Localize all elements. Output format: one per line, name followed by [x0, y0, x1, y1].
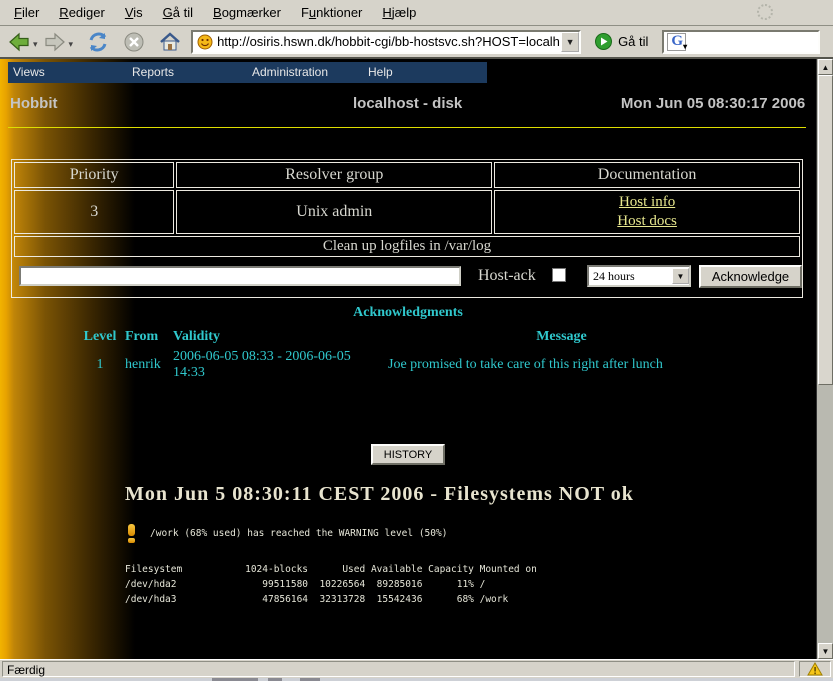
ack-message-input[interactable]: [19, 266, 461, 286]
yellow-exclamation-icon: [128, 524, 136, 543]
forward-arrow-icon: [44, 32, 66, 52]
hobbit-nav-bar: Views Reports Administration Help: [8, 62, 487, 83]
security-status-box[interactable]: [799, 661, 831, 677]
documentation-links: Host info Host docs: [494, 190, 800, 234]
back-dropdown-caret[interactable]: ▾: [33, 39, 38, 50]
ack-note: Clean up logfiles in /var/log: [14, 236, 800, 257]
ack-header-message: Message: [385, 327, 738, 347]
scroll-up-button[interactable]: ▲: [818, 59, 833, 75]
home-icon: [159, 32, 181, 52]
header-divider: [8, 127, 806, 128]
ack-header-level: Level: [78, 327, 122, 347]
url-history-dropdown[interactable]: ▼: [561, 32, 579, 52]
stop-button[interactable]: [121, 29, 147, 55]
reload-button[interactable]: [85, 29, 111, 55]
menu-bar: Filer Rediger Vis Gå til Bogmærker Funkt…: [0, 0, 833, 26]
host-ack-checkbox[interactable]: [552, 268, 566, 282]
menu-bogmaerker[interactable]: Bogmærker: [203, 1, 291, 24]
status-text: Færdig: [2, 661, 795, 677]
stop-icon: [123, 31, 145, 53]
page-viewport: Views Reports Administration Help Hobbit…: [0, 59, 816, 659]
ack-validity: 2006-06-05 08:33 - 2006-06-05 14:33: [170, 347, 385, 383]
reload-icon: [87, 31, 109, 53]
home-button[interactable]: [157, 29, 183, 55]
resolver-group-value: Unix admin: [176, 190, 492, 234]
host-info-link[interactable]: Host info: [495, 193, 799, 212]
smiley-favicon-icon: [197, 34, 213, 50]
back-arrow-icon: [8, 32, 30, 52]
throbber-icon: [757, 4, 773, 20]
ack-from: henrik: [122, 347, 170, 383]
nav-help[interactable]: Help: [368, 65, 393, 79]
menu-vis[interactable]: Vis: [115, 1, 153, 24]
fs-row-hda2: /dev/hda2 99511580 10226564 89285016 11%…: [125, 579, 485, 590]
acknowledgments-section: Acknowledgments Level From Validity Mess…: [0, 305, 816, 383]
duration-dropdown-caret[interactable]: ▼: [672, 268, 689, 284]
warning-triangle-icon: [807, 662, 823, 676]
browser-window: Filer Rediger Vis Gå til Bogmærker Funkt…: [0, 0, 833, 681]
warning-line: /work (68% used) has reached the WARNING…: [128, 523, 447, 543]
host-ack-label: Host-ack: [478, 267, 536, 285]
page-timestamp: Mon Jun 05 08:30:17 2006: [540, 95, 805, 112]
scroll-down-button[interactable]: ▼: [818, 643, 833, 659]
ack-message: Joe promised to take care of this right …: [385, 347, 738, 383]
scrollbar-thumb[interactable]: [818, 75, 833, 385]
menu-filer[interactable]: Filer: [4, 1, 49, 24]
ack-level: 1: [78, 347, 122, 383]
ack-header-from: From: [122, 327, 170, 347]
forward-dropdown-caret[interactable]: ▾: [69, 39, 74, 50]
column-header-priority: Priority: [14, 162, 174, 188]
url-input[interactable]: [217, 33, 561, 51]
fs-header: Filesystem 1024-blocks Used Available Ca…: [125, 564, 537, 575]
acknowledge-button[interactable]: Acknowledge: [699, 265, 802, 288]
menu-hjaelp[interactable]: Hjælp: [372, 1, 426, 24]
acknowledgments-title: Acknowledgments: [0, 305, 816, 321]
nav-views[interactable]: Views: [13, 65, 45, 79]
status-bar: Færdig: [0, 659, 833, 678]
column-header-resolver-group: Resolver group: [176, 162, 492, 188]
history-button[interactable]: HISTORY: [371, 444, 445, 465]
vertical-scrollbar[interactable]: ▲ ▼: [816, 59, 833, 659]
url-bar[interactable]: ▼: [191, 30, 581, 54]
menu-gaa-til[interactable]: Gå til: [153, 1, 203, 24]
google-g-icon[interactable]: G: [667, 33, 686, 51]
status-heading: Mon Jun 5 08:30:11 CEST 2006 - Filesyste…: [125, 483, 634, 506]
acknowledgments-table: Level From Validity Message 1 henrik 200…: [78, 327, 738, 383]
forward-button[interactable]: [42, 29, 68, 55]
ack-form: Host-ack 24 hours ▼ Acknowledge: [14, 259, 800, 295]
ack-row: 1 henrik 2006-06-05 08:33 - 2006-06-05 1…: [78, 347, 738, 383]
ack-info-table: Priority Resolver group Documentation 3 …: [11, 159, 803, 298]
go-icon: [595, 33, 612, 50]
page-title: localhost - disk: [275, 95, 540, 112]
column-header-documentation: Documentation: [494, 162, 800, 188]
navigation-toolbar: ▾ ▾: [0, 26, 833, 59]
host-docs-link[interactable]: Host docs: [495, 212, 799, 231]
priority-value: 3: [14, 190, 174, 234]
ack-header-validity: Validity: [170, 327, 385, 347]
fs-row-hda3: /dev/hda3 47856164 32313728 15542436 68%…: [125, 594, 508, 605]
duration-value: 24 hours: [589, 269, 672, 284]
duration-select[interactable]: 24 hours ▼: [587, 265, 691, 287]
menu-rediger[interactable]: Rediger: [49, 1, 115, 24]
brand-title: Hobbit: [10, 95, 275, 112]
back-button[interactable]: [6, 29, 32, 55]
go-button[interactable]: Gå til: [595, 33, 648, 50]
page-header: Hobbit localhost - disk Mon Jun 05 08:30…: [10, 95, 806, 112]
nav-reports[interactable]: Reports: [132, 65, 174, 79]
warning-text: /work (68% used) has reached the WARNING…: [150, 523, 447, 539]
menu-funktioner[interactable]: Funktioner: [291, 1, 372, 24]
go-label: Gå til: [618, 34, 648, 49]
nav-administration[interactable]: Administration: [252, 65, 328, 79]
filesystem-listing: Filesystem 1024-blocks Used Available Ca…: [125, 562, 537, 607]
google-search-box[interactable]: G: [662, 30, 820, 54]
